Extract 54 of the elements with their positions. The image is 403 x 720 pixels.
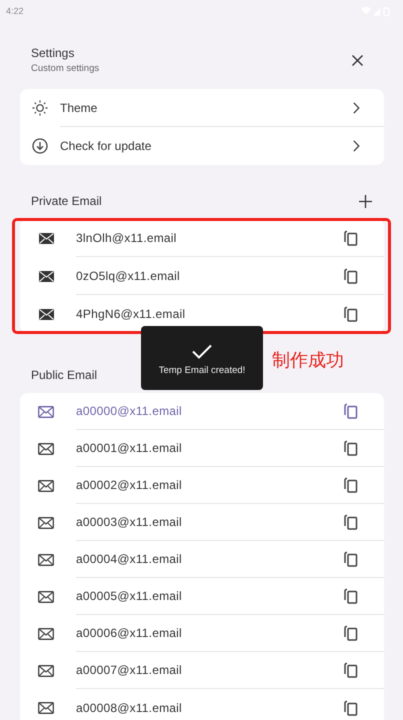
chevron-right-icon [353,102,360,114]
copy-icon[interactable] [344,514,358,530]
email-address[interactable]: a00000@x11.email [76,404,182,418]
email-address[interactable]: a00001@x11.email [76,441,182,455]
copy-icon[interactable] [344,477,358,493]
dialog-subtitle: Custom settings [31,63,100,74]
copy-icon[interactable] [344,230,358,246]
envelope-icon [38,628,54,640]
copy-icon[interactable] [344,306,358,322]
section-title: Public Email [31,368,98,382]
section-title: Private Email [31,194,102,208]
email-address[interactable]: 3lnOlh@x11.email [76,230,177,244]
email-address[interactable]: a00006@x11.email [76,626,182,640]
settings-label: Theme [60,100,98,114]
settings-item[interactable]: Theme [20,89,384,127]
settings-label: Check for update [60,139,152,153]
copy-icon[interactable] [344,662,358,678]
close-icon[interactable] [352,54,363,66]
copy-icon[interactable] [344,440,358,456]
envelope-icon [38,554,54,566]
envelope-icon [38,516,54,528]
envelope-icon [38,270,54,282]
add-icon[interactable] [359,194,372,208]
copy-icon[interactable] [344,268,358,284]
copy-icon[interactable] [344,588,358,604]
copy-icon[interactable] [344,700,358,716]
envelope-icon [38,664,54,676]
email-address[interactable]: a00005@x11.email [76,589,182,603]
annotation-text: 制作成功 [272,349,344,372]
envelope-icon [38,480,54,492]
copy-icon[interactable] [344,625,358,641]
toast-message: Temp Email created! [158,365,246,376]
check-icon [192,344,212,359]
email-address[interactable]: a00002@x11.email [76,478,182,492]
copy-icon[interactable] [344,403,358,419]
sun-icon [32,100,48,116]
email-address[interactable]: 0zO5lq@x11.email [76,268,180,282]
copy-icon[interactable] [344,551,358,567]
email-address[interactable]: 4PhgN6@x11.email [76,307,186,321]
envelope-icon [38,232,54,244]
download-icon [32,138,48,154]
settings-item[interactable]: Check for update [20,127,384,165]
status-time: 4:22 [6,6,24,16]
envelope-icon [38,308,54,320]
email-address[interactable]: a00004@x11.email [76,552,182,566]
email-address[interactable]: a00007@x11.email [76,663,182,677]
envelope-icon [38,702,54,714]
chevron-right-icon [353,140,360,152]
email-address[interactable]: a00008@x11.email [76,700,182,714]
envelope-icon [38,406,54,418]
envelope-icon [38,590,54,602]
dialog-title: Settings [31,46,76,60]
envelope-icon [38,442,54,454]
email-address[interactable]: a00003@x11.email [76,515,182,529]
